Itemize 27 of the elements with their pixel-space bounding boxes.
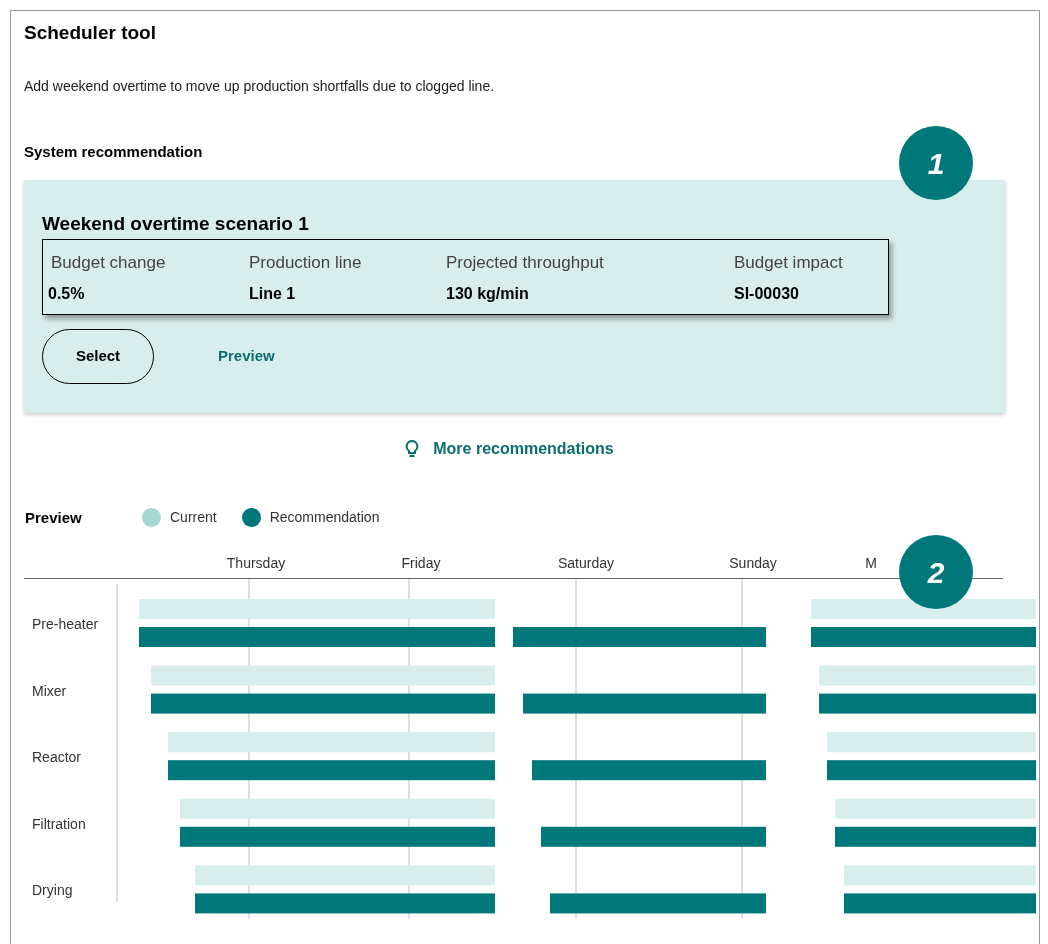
day-label: Sunday [729, 554, 777, 573]
field-label: Projected throughput [446, 251, 605, 274]
scenario-title: Weekend overtime scenario 1 [42, 211, 310, 236]
field-label: Budget impact [734, 251, 844, 274]
preview-heading: Preview [24, 507, 83, 528]
field-value: Line 1 [249, 283, 297, 304]
day-label: Friday [401, 554, 441, 573]
day-label: Saturday [558, 554, 614, 573]
row-label: Reactor [31, 748, 83, 768]
legend-label: Current [170, 508, 217, 528]
preview-link[interactable]: Preview [218, 344, 275, 368]
page-title: Scheduler tool [24, 21, 157, 45]
field-label: Budget change [51, 251, 167, 274]
field-value: 130 kg/min [446, 283, 530, 304]
field-label: Production line [249, 251, 363, 274]
row-label: Pre-heater [31, 615, 100, 634]
day-label: M [865, 554, 877, 573]
row-label: Filtration [31, 814, 87, 834]
field-value: 0.5% [48, 283, 86, 304]
row-label: Mixer [31, 681, 68, 701]
field-value: SI-00030 [734, 283, 800, 304]
row-label: Drying [31, 881, 74, 901]
legend-label: Recommendation [269, 508, 380, 528]
more-recommendations-link[interactable]: More recommendations [433, 436, 614, 461]
lightbulb-icon [405, 439, 420, 458]
description: Add weekend overtime to move up production shortfalls due to clogged line. [24, 77, 496, 96]
day-label: Thursday [226, 554, 286, 573]
